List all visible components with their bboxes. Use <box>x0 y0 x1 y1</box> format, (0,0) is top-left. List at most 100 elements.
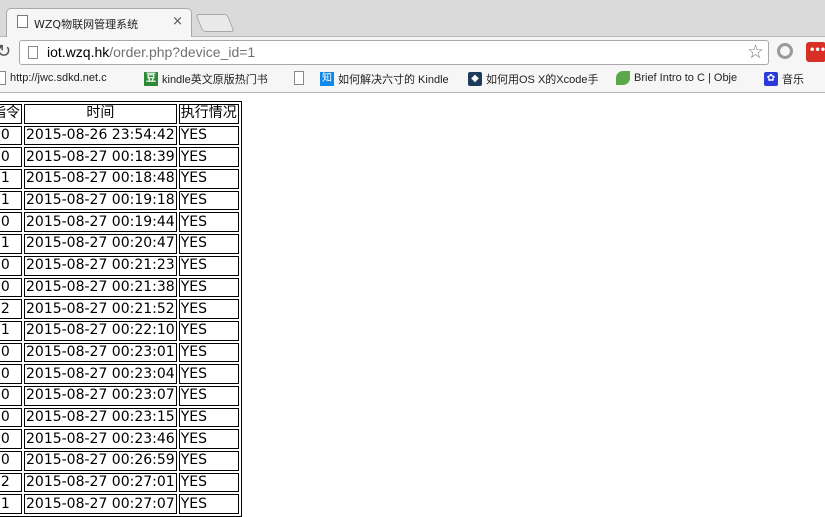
status-cell: YES <box>178 277 239 298</box>
header-time: 时间 <box>24 104 177 124</box>
status-cell: YES <box>178 299 239 319</box>
command-cell: 22 <box>0 299 22 319</box>
bookmark-label: 音乐 <box>782 74 804 86</box>
close-icon[interactable]: × <box>172 14 183 29</box>
bookmark-page[interactable] <box>294 71 308 89</box>
tab-wzq[interactable]: WZQ物联网管理系统 × <box>6 8 192 37</box>
status-cell: YES <box>178 364 239 384</box>
page-icon <box>17 15 28 28</box>
toolbar: ↻ iot.wzq.hk/order.php?device_id=1 ☆ ••• <box>0 37 825 68</box>
header-status: 执行情况 <box>178 104 239 124</box>
tab-title: WZQ物联网管理系统 <box>34 18 139 31</box>
zhihu-icon: 知 <box>320 72 334 86</box>
command-cell: 22 <box>0 472 22 493</box>
status-cell: YES <box>178 472 239 493</box>
bookmarks-bar: http://jwc.sdkd.net.c 豆 kindle英文原版热门书 知如何… <box>0 68 825 93</box>
time-cell: 2015-08-26 23:54:42 <box>24 125 177 146</box>
time-cell: 2015-08-27 00:19:44 <box>24 212 177 233</box>
command-cell: 20 <box>0 407 22 428</box>
table-row: 212015-08-27 00:20:47YES <box>0 234 239 254</box>
command-cell: 20 <box>0 342 22 363</box>
time-cell: 2015-08-27 00:21:38 <box>24 277 177 298</box>
table-row: 202015-08-27 00:21:38YES <box>0 277 239 298</box>
page-icon <box>294 71 304 85</box>
status-cell: YES <box>178 255 239 276</box>
command-cell: 21 <box>0 169 22 189</box>
time-cell: 2015-08-27 00:23:04 <box>24 364 177 384</box>
extension-circle-icon[interactable] <box>777 43 793 59</box>
table-header-row: 指令 时间 执行情况 <box>0 104 239 124</box>
bookmark-label: http://jwc.sdkd.net.c <box>10 72 107 84</box>
status-cell: YES <box>178 234 239 254</box>
status-cell: YES <box>178 147 239 168</box>
time-cell: 2015-08-27 00:18:39 <box>24 147 177 168</box>
bookmark-music[interactable]: ✿ 音乐 <box>764 71 804 89</box>
table-row: 202015-08-27 00:19:44YES <box>0 212 239 233</box>
command-cell: 20 <box>0 429 22 449</box>
bookmark-brief-intro[interactable]: Brief Intro to C | Obje <box>616 71 737 89</box>
time-cell: 2015-08-27 00:23:46 <box>24 429 177 449</box>
command-cell: 20 <box>0 125 22 146</box>
command-cell: 20 <box>0 364 22 384</box>
bookmark-label: 如何解决六寸的 Kindle <box>338 74 449 86</box>
status-cell: YES <box>178 451 239 471</box>
command-cell: 20 <box>0 255 22 276</box>
time-cell: 2015-08-27 00:23:15 <box>24 407 177 428</box>
tab-strip: WZQ物联网管理系统 × <box>0 0 825 37</box>
bookmark-xcode[interactable]: ◆ 如何用OS X的Xcode手 <box>468 71 598 89</box>
page-content: 指令 时间 执行情况 202015-08-26 23:54:42YES20201… <box>0 93 825 517</box>
url-host: iot.wzq.hk <box>47 44 110 60</box>
table-row: 212015-08-27 00:19:18YES <box>0 190 239 211</box>
bookmark-label: kindle英文原版热门书 <box>162 74 268 86</box>
reload-icon[interactable]: ↻ <box>0 41 11 62</box>
time-cell: 2015-08-27 00:21:52 <box>24 299 177 319</box>
time-cell: 2015-08-27 00:22:10 <box>24 320 177 341</box>
page-icon <box>28 46 38 59</box>
orders-table: 指令 时间 执行情况 202015-08-26 23:54:42YES20201… <box>0 101 242 517</box>
header-command: 指令 <box>0 104 22 124</box>
table-row: 202015-08-27 00:23:15YES <box>0 407 239 428</box>
time-cell: 2015-08-27 00:19:18 <box>24 190 177 211</box>
bookmark-star-icon[interactable]: ☆ <box>747 41 764 63</box>
command-cell: 21 <box>0 190 22 211</box>
command-cell: 21 <box>0 234 22 254</box>
status-cell: YES <box>178 320 239 341</box>
table-row: 212015-08-27 00:22:10YES <box>0 320 239 341</box>
status-cell: YES <box>178 190 239 211</box>
command-cell: 20 <box>0 147 22 168</box>
table-row: 212015-08-27 00:18:48YES <box>0 169 239 189</box>
command-cell: 20 <box>0 212 22 233</box>
table-row: 202015-08-27 00:21:23YES <box>0 255 239 276</box>
extension-red-icon[interactable]: ••• <box>806 42 825 62</box>
page-icon <box>0 71 6 85</box>
xcode-icon: ◆ <box>468 72 482 86</box>
time-cell: 2015-08-27 00:23:07 <box>24 385 177 406</box>
table-row: 212015-08-27 00:27:07YES <box>0 494 239 515</box>
address-bar[interactable]: iot.wzq.hk/order.php?device_id=1 ☆ <box>19 40 769 65</box>
table-row: 202015-08-27 00:26:59YES <box>0 451 239 471</box>
time-cell: 2015-08-27 00:18:48 <box>24 169 177 189</box>
douban-icon: 豆 <box>144 72 158 86</box>
url-path: /order.php?device_id=1 <box>109 44 256 60</box>
url-text[interactable]: iot.wzq.hk/order.php?device_id=1 <box>47 44 255 60</box>
bookmark-jwc[interactable]: http://jwc.sdkd.net.c <box>0 71 107 89</box>
table-row: 202015-08-27 00:23:46YES <box>0 429 239 449</box>
table-row: 202015-08-26 23:54:42YES <box>0 125 239 146</box>
table-row: 202015-08-27 00:18:39YES <box>0 147 239 168</box>
bookmark-kindle[interactable]: 豆 kindle英文原版热门书 <box>144 71 268 89</box>
leaf-icon <box>616 71 630 85</box>
table-row: 222015-08-27 00:21:52YES <box>0 299 239 319</box>
status-cell: YES <box>178 407 239 428</box>
status-cell: YES <box>178 125 239 146</box>
table-row: 222015-08-27 00:27:01YES <box>0 472 239 493</box>
status-cell: YES <box>178 494 239 515</box>
command-cell: 20 <box>0 451 22 471</box>
table-row: 202015-08-27 00:23:01YES <box>0 342 239 363</box>
status-cell: YES <box>178 429 239 449</box>
bookmark-zhihu[interactable]: 知如何解决六寸的 Kindle <box>320 71 449 89</box>
command-cell: 21 <box>0 320 22 341</box>
time-cell: 2015-08-27 00:27:07 <box>24 494 177 515</box>
bookmark-label: Brief Intro to C | Obje <box>634 72 738 84</box>
command-cell: 21 <box>0 494 22 515</box>
new-tab-button[interactable] <box>195 14 235 32</box>
